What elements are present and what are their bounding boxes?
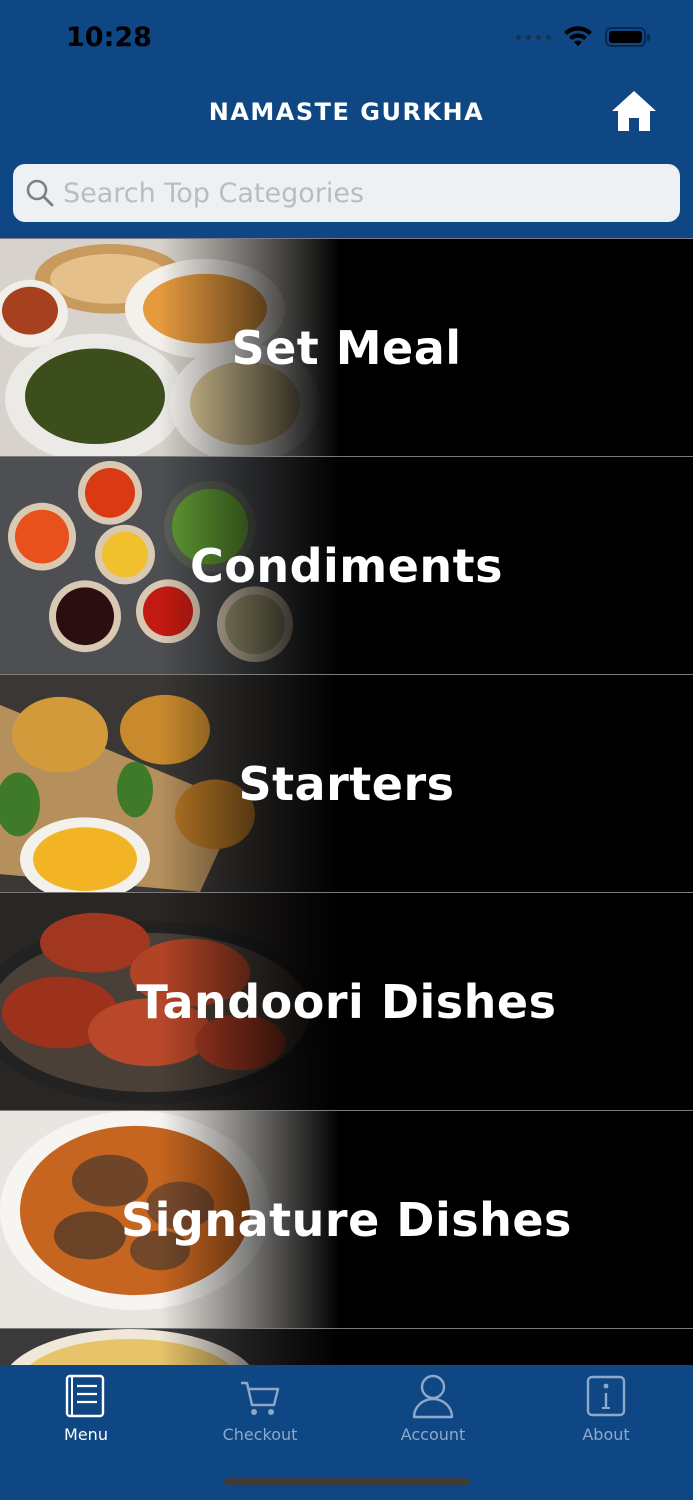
tab-menu[interactable]: Menu [26,1373,146,1444]
category-next-partial[interactable] [0,1328,693,1365]
tab-checkout[interactable]: Checkout [200,1373,320,1444]
status-bar: 10:28 [0,0,693,80]
signal-icon [516,34,551,40]
tab-menu-label: Menu [64,1425,108,1444]
status-icons [516,26,651,48]
category-condiments[interactable]: Condiments [0,456,693,674]
info-icon [586,1375,626,1417]
category-signature-dishes[interactable]: Signature Dishes [0,1110,693,1328]
menu-icon [65,1374,105,1418]
category-label: Signature Dishes [121,1192,572,1247]
cart-icon [241,1381,280,1415]
home-button[interactable] [609,88,659,134]
search-bar [0,160,693,238]
tab-account[interactable]: Account [373,1373,493,1444]
tab-account-label: Account [400,1425,466,1444]
home-icon [612,91,656,131]
category-tandoori-dishes[interactable]: Tandoori Dishes [0,892,693,1110]
app-header: NAMASTE GURKHA [0,80,693,160]
category-label: Condiments [189,538,504,593]
account-icon [412,1374,454,1419]
category-set-meal[interactable]: Set Meal [0,238,693,456]
category-list: Set Meal Condiments Starters Tandoori Di… [0,238,693,1365]
category-starters[interactable]: Starters [0,674,693,892]
search-icon [26,179,54,207]
home-indicator [224,1478,470,1486]
category-label: Set Meal [231,320,462,375]
status-time: 10:28 [66,22,152,53]
battery-icon [605,27,650,47]
search-box[interactable] [13,164,680,222]
category-label: Tandoori Dishes [136,974,557,1029]
app-title: NAMASTE GURKHA [208,98,485,126]
search-input[interactable] [63,177,680,209]
tab-checkout-label: Checkout [222,1425,298,1444]
tab-about[interactable]: About [546,1373,666,1444]
category-label: Starters [238,756,455,811]
tab-about-label: About [582,1425,630,1444]
wifi-icon [564,26,592,46]
